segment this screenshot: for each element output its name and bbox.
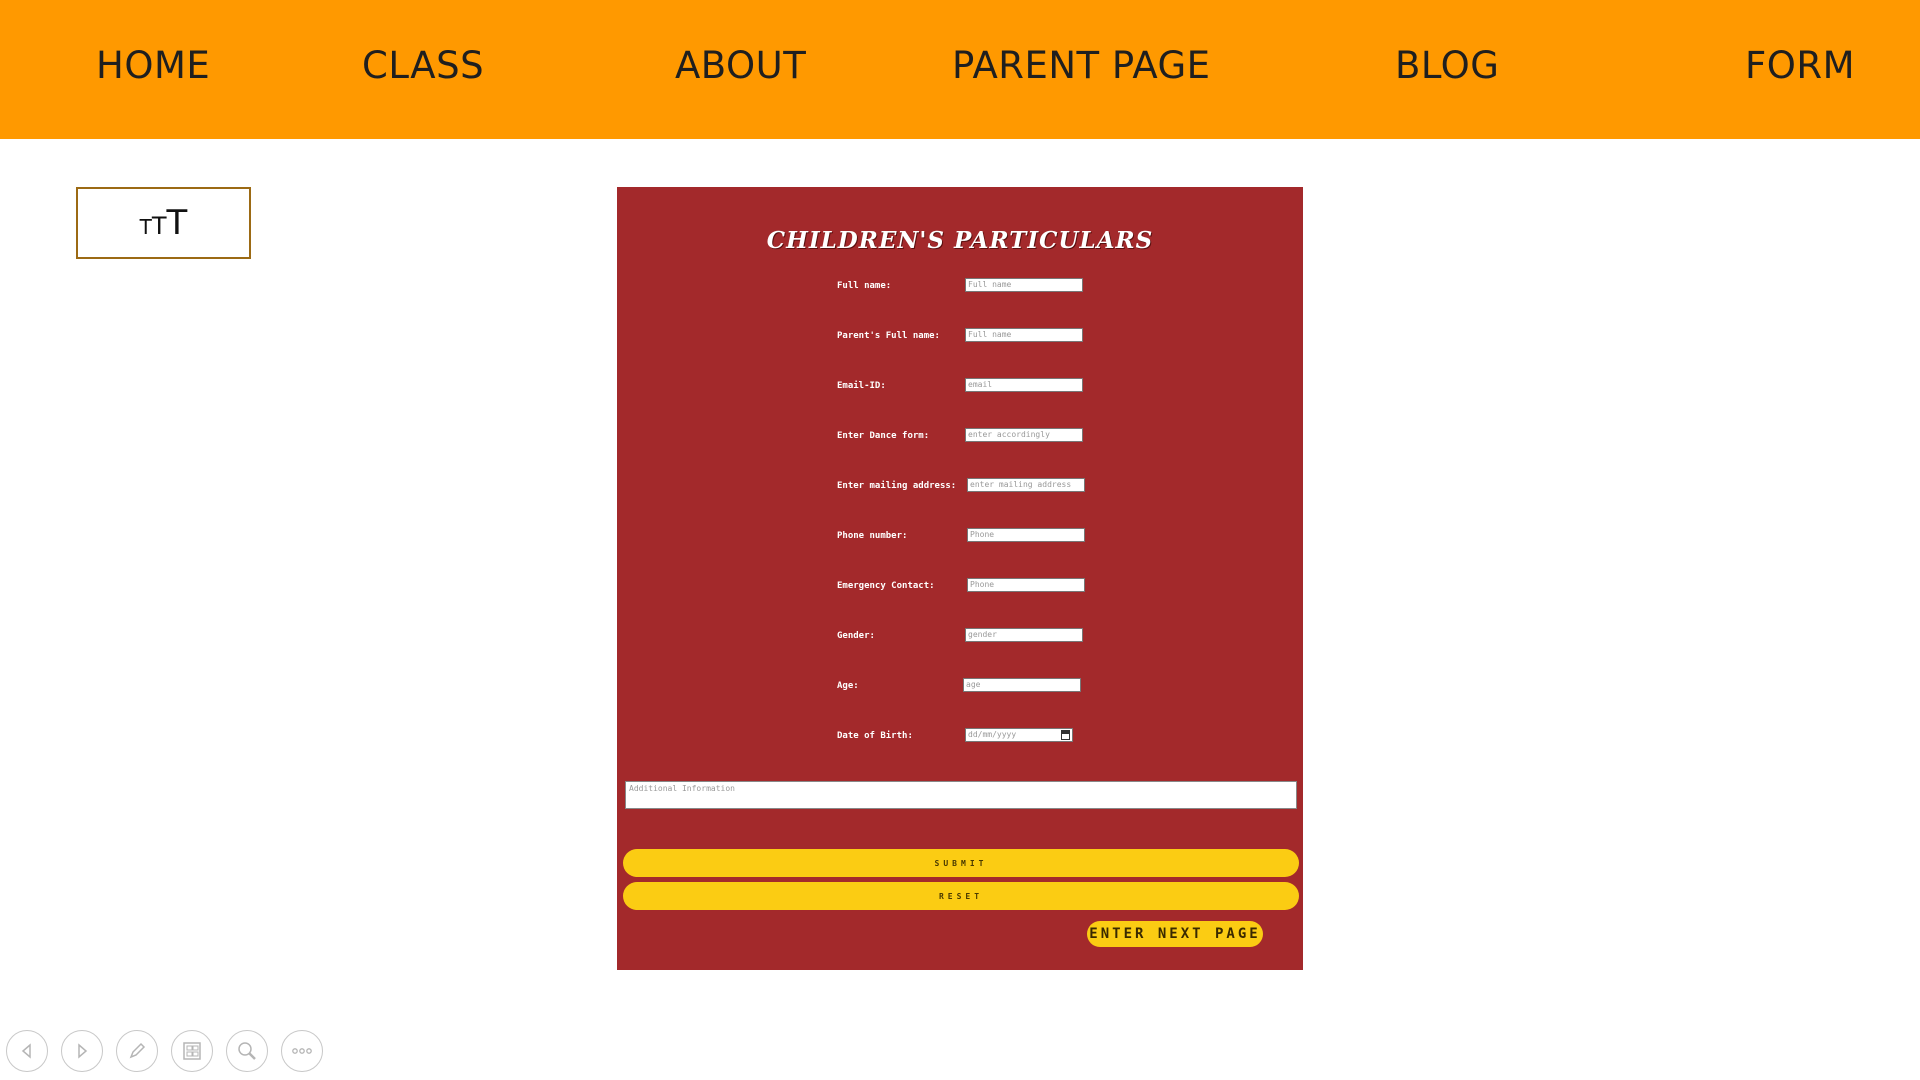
form-row-parent-name: Parent's Full name: Full name [617, 328, 1303, 348]
phone-label: Phone number: [837, 531, 908, 541]
date-of-birth-input[interactable]: dd/mm/yyyy [965, 728, 1073, 742]
submit-button[interactable]: SUBMIT [623, 849, 1299, 877]
logo-text: TTT [139, 203, 188, 243]
form-row-phone: Phone number: Phone [617, 528, 1303, 548]
age-input[interactable]: age [963, 678, 1081, 692]
emergency-contact-input[interactable]: Phone [967, 578, 1085, 592]
next-icon[interactable] [61, 1030, 103, 1072]
zoom-icon[interactable] [226, 1030, 268, 1072]
top-navbar: HOME CLASS ABOUT PARENT PAGE BLOG FORM [0, 0, 1920, 139]
email-input[interactable]: email [965, 378, 1083, 392]
form-row-dance-form: Enter Dance form: enter accordingly [617, 428, 1303, 448]
dance-form-input[interactable]: enter accordingly [965, 428, 1083, 442]
form-row-mailing-address: Enter mailing address: enter mailing add… [617, 478, 1303, 498]
nav-class[interactable]: CLASS [362, 44, 484, 87]
previous-icon[interactable] [6, 1030, 48, 1072]
pen-icon[interactable] [116, 1030, 158, 1072]
parent-name-label: Parent's Full name: [837, 331, 940, 341]
more-icon[interactable] [281, 1030, 323, 1072]
form-row-full-name: Full name: Full name [617, 278, 1303, 298]
phone-input[interactable]: Phone [967, 528, 1085, 542]
mailing-address-input[interactable]: enter mailing address [967, 478, 1085, 492]
emergency-contact-label: Emergency Contact: [837, 581, 935, 591]
form-row-gender: Gender: gender [617, 628, 1303, 648]
form-title: CHILDREN'S PARTICULARS [766, 227, 1154, 254]
additional-information-textarea[interactable]: Additional Information [625, 781, 1297, 809]
email-label: Email-ID: [837, 381, 886, 391]
form-row-date-of-birth: Date of Birth: dd/mm/yyyy [617, 728, 1303, 748]
age-label: Age: [837, 681, 859, 691]
full-name-label: Full name: [837, 281, 892, 291]
parent-name-input[interactable]: Full name [965, 328, 1083, 342]
nav-parent-page[interactable]: PARENT PAGE [952, 44, 1211, 87]
gender-label: Gender: [837, 631, 875, 641]
full-name-input[interactable]: Full name [965, 278, 1083, 292]
date-of-birth-label: Date of Birth: [837, 731, 913, 741]
presentation-toolbar [6, 1030, 323, 1074]
reset-button[interactable]: RESET [623, 882, 1299, 910]
slides-grid-icon[interactable] [171, 1030, 213, 1072]
gender-input[interactable]: gender [965, 628, 1083, 642]
nav-about[interactable]: ABOUT [675, 44, 806, 87]
form-row-email: Email-ID: email [617, 378, 1303, 398]
mailing-address-label: Enter mailing address: [837, 481, 957, 491]
nav-form[interactable]: FORM [1745, 44, 1855, 87]
dance-form-label: Enter Dance form: [837, 431, 930, 441]
logo[interactable]: TTT [76, 187, 251, 259]
calendar-icon[interactable] [1061, 730, 1070, 740]
enter-next-page-button[interactable]: ENTER NEXT PAGE [1087, 921, 1263, 947]
nav-blog[interactable]: BLOG [1395, 44, 1499, 87]
form-row-age: Age: age [617, 678, 1303, 698]
date-of-birth-placeholder: dd/mm/yyyy [968, 730, 1017, 739]
form-row-emergency-contact: Emergency Contact: Phone [617, 578, 1303, 598]
nav-home[interactable]: HOME [96, 44, 210, 87]
form-panel: CHILDREN'S PARTICULARS Full name: Full n… [617, 187, 1303, 970]
